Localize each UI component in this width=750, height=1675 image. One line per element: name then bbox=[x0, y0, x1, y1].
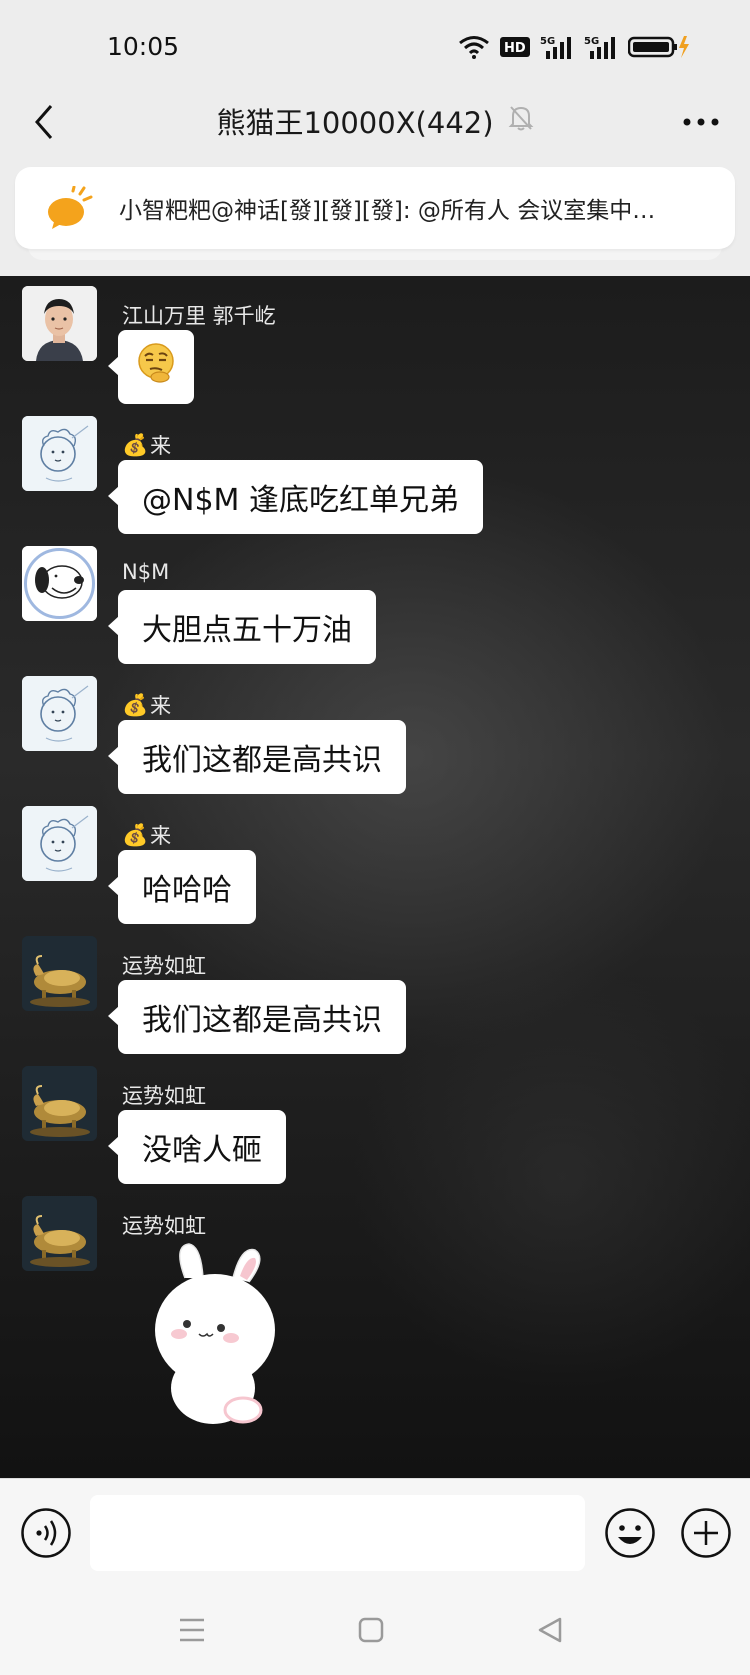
message-bubble[interactable]: 我们这都是高共识 bbox=[108, 720, 406, 794]
bell-off-icon bbox=[508, 104, 534, 139]
chat-area[interactable]: 江山万里 郭千屹 💰 来 @N$M 逢底吃红单兄弟 N$M 大胆点五十万油 💰 来 … bbox=[0, 276, 750, 1478]
voice-icon[interactable] bbox=[20, 1507, 72, 1559]
signal-icon-2: 5G bbox=[584, 34, 618, 60]
message-bubble[interactable]: 大胆点五十万油 bbox=[108, 590, 376, 664]
status-icons: HD 5G 5G bbox=[458, 34, 692, 60]
svg-text:5G: 5G bbox=[584, 36, 599, 47]
wifi-icon bbox=[458, 34, 490, 60]
bunny-sticker[interactable] bbox=[145, 1238, 295, 1433]
title-bar: 熊猫王10000X(442) bbox=[0, 90, 750, 160]
avatar[interactable] bbox=[22, 286, 97, 361]
message-bubble[interactable]: 没啥人砸 bbox=[108, 1110, 286, 1184]
svg-text:5G: 5G bbox=[540, 36, 555, 47]
back-triangle-icon[interactable] bbox=[528, 1608, 572, 1652]
sender-name: 💰 来 bbox=[122, 822, 172, 849]
svg-text:HD: HD bbox=[504, 41, 526, 56]
announcement-banner[interactable]: 小智粑粑@神话[發][發][發]: @所有人 会议室集中… bbox=[15, 167, 735, 249]
message-bubble[interactable]: 哈哈哈 bbox=[108, 850, 256, 924]
money-bag-icon: 💰 bbox=[122, 432, 149, 457]
message-bubble[interactable]: 我们这都是高共识 bbox=[108, 980, 406, 1054]
emoji-bubble[interactable] bbox=[108, 330, 194, 404]
sender-name: 💰 来 bbox=[122, 692, 172, 719]
input-bar bbox=[0, 1478, 750, 1588]
message-input[interactable] bbox=[90, 1495, 585, 1571]
money-bag-icon: 💰 bbox=[122, 692, 149, 717]
sender-name: 运势如虹 bbox=[122, 954, 206, 978]
page-title-wrap: 熊猫王10000X(442) bbox=[0, 100, 750, 142]
menu-icon[interactable] bbox=[170, 1608, 214, 1652]
battery-icon bbox=[628, 34, 692, 60]
status-bar: 10:05 HD 5G 5G bbox=[0, 0, 750, 90]
sender-name: 江山万里 郭千屹 bbox=[122, 304, 276, 328]
signal-icon-1: 5G bbox=[540, 34, 574, 60]
avatar[interactable] bbox=[22, 806, 97, 881]
announcement-text: 小智粑粑@神话[發][發][發]: @所有人 会议室集中… bbox=[119, 198, 656, 224]
more-icon[interactable] bbox=[676, 104, 726, 140]
thinking-emoji-icon bbox=[134, 341, 178, 393]
avatar[interactable] bbox=[22, 1066, 97, 1141]
emoji-icon[interactable] bbox=[604, 1507, 656, 1559]
money-bag-icon: 💰 bbox=[122, 822, 149, 847]
megaphone-icon bbox=[43, 181, 97, 235]
avatar[interactable] bbox=[22, 1196, 97, 1271]
sender-name: 运势如虹 bbox=[122, 1084, 206, 1108]
plus-icon[interactable] bbox=[680, 1507, 732, 1559]
page-title: 熊猫王10000X(442) bbox=[216, 106, 494, 140]
avatar[interactable] bbox=[22, 676, 97, 751]
avatar[interactable] bbox=[22, 936, 97, 1011]
sender-name: 运势如虹 bbox=[122, 1214, 206, 1238]
message-bubble[interactable]: @N$M 逢底吃红单兄弟 bbox=[108, 460, 483, 534]
avatar[interactable] bbox=[22, 546, 97, 621]
home-icon[interactable] bbox=[349, 1608, 393, 1652]
system-nav-bar bbox=[0, 1588, 750, 1675]
hd-icon: HD bbox=[500, 34, 530, 60]
status-time: 10:05 bbox=[107, 32, 180, 61]
sender-name: 💰 来 bbox=[122, 432, 172, 459]
sender-name: N$M bbox=[122, 560, 170, 584]
avatar[interactable] bbox=[22, 416, 97, 491]
